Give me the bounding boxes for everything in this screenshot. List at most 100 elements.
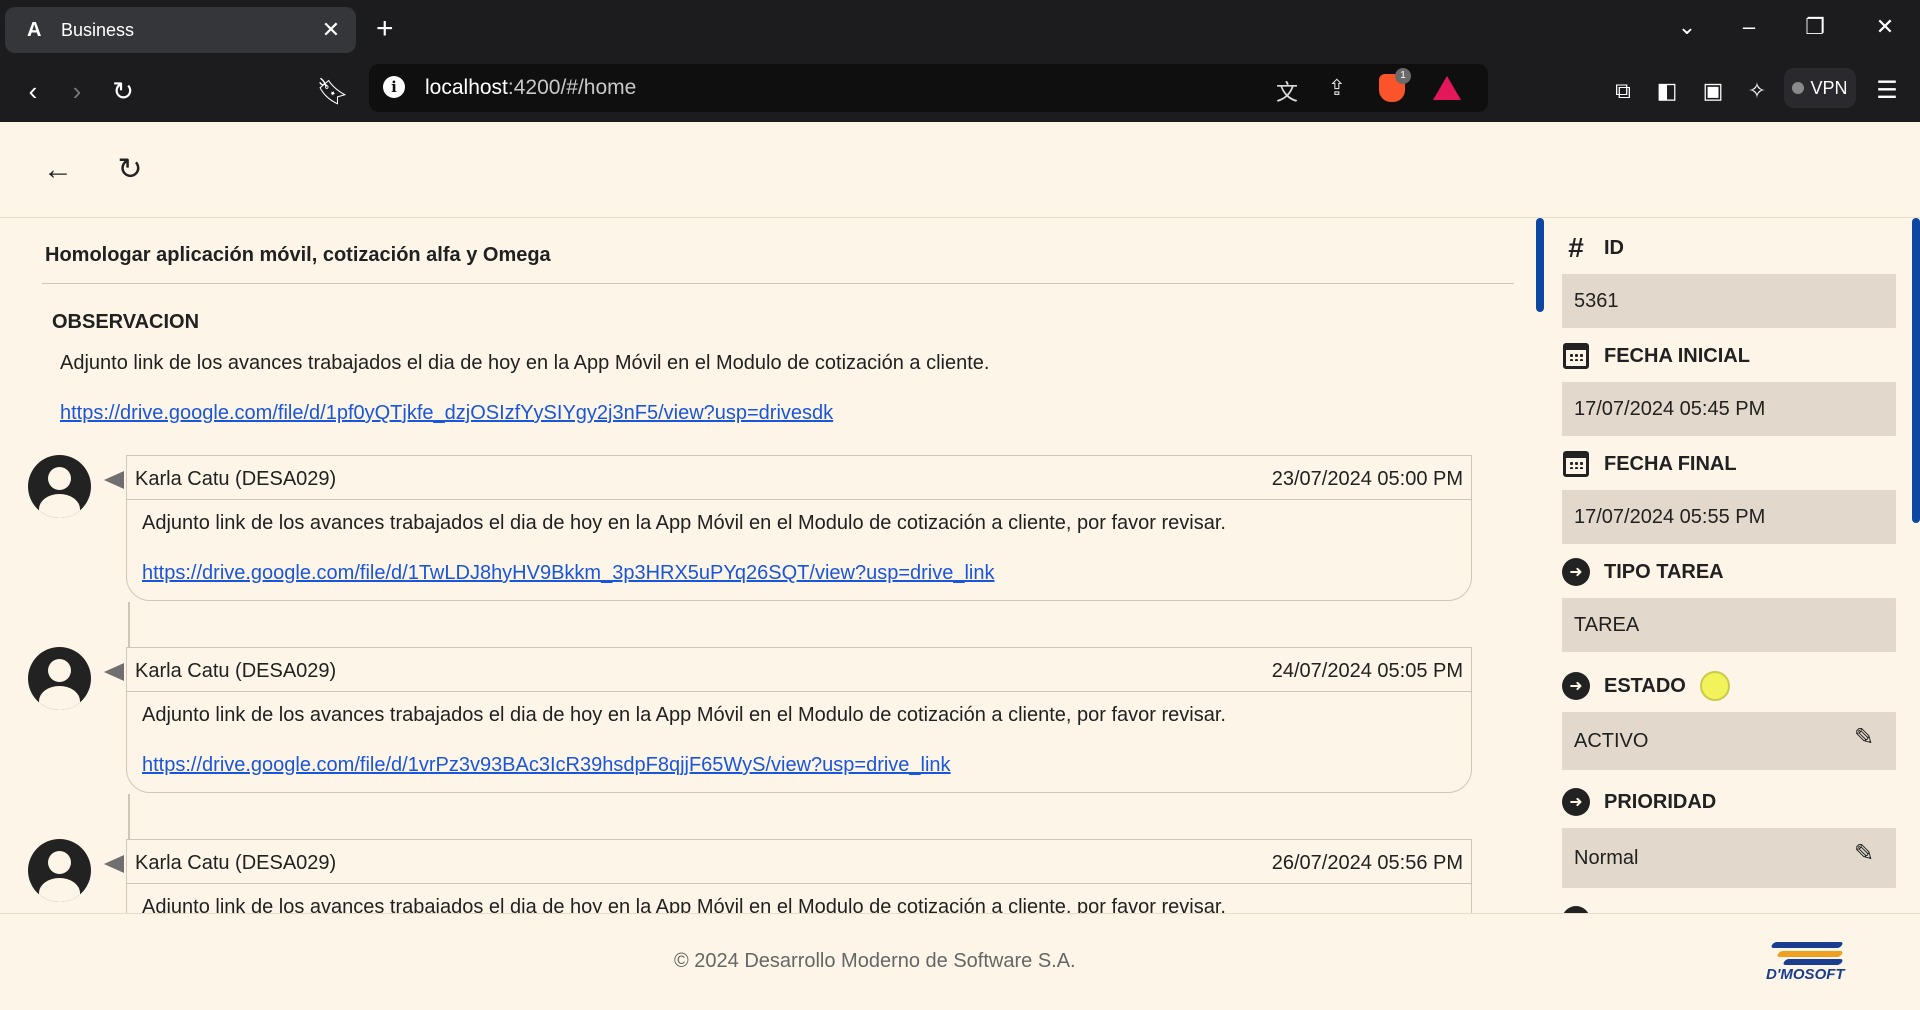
minimize-icon[interactable]: – (1734, 14, 1764, 40)
comment-header: Karla Catu (DESA029) 23/07/2024 05:00 PM (127, 456, 1471, 500)
comment-item: Karla Catu (DESA029) 24/07/2024 05:05 PM… (28, 647, 1478, 807)
address-bar[interactable]: i localhost:4200/#/home 文 ⇪ 1 (369, 64, 1488, 112)
fecha-inicial-value: 17/07/2024 05:45 PM (1562, 382, 1896, 436)
task-details-sidebar: # ID 5361 FECHA INICIAL 17/07/2024 05:45 … (1544, 218, 1920, 913)
comment-connector (128, 602, 130, 648)
arrow-circle-right-icon: ➜ (1562, 788, 1590, 816)
leo-ai-icon[interactable]: ✧ (1740, 74, 1774, 108)
observation-heading: OBSERVACION (52, 311, 200, 333)
browser-tabbar: A Business ✕ + ⌄ – ❐ ✕ (0, 0, 1920, 60)
field-fecha-inicial: FECHA INICIAL 17/07/2024 05:45 PM (1562, 338, 1896, 436)
comment-item: Karla Catu (DESA029) 23/07/2024 05:00 PM… (28, 455, 1478, 615)
bubble-pointer (104, 855, 124, 873)
id-value: 5361 (1562, 274, 1896, 328)
sidebar-scrollbar[interactable] (1912, 218, 1920, 523)
tipo-tarea-label: TIPO TAREA (1604, 560, 1724, 583)
estado-label: ESTADO (1604, 674, 1686, 697)
browser-back-icon[interactable]: ‹ (16, 74, 50, 108)
comment-link[interactable]: https://drive.google.com/file/d/1TwLDJ8h… (142, 562, 994, 585)
tab-favicon-icon: A (27, 19, 42, 41)
comment-item: Karla Catu (DESA029) 26/07/2024 05:56 PM… (28, 839, 1478, 913)
arrow-left-icon[interactable]: ← (36, 148, 80, 192)
comment-author: Karla Catu (DESA029) (135, 852, 337, 874)
comment-date: 23/07/2024 05:00 PM (1271, 468, 1463, 490)
comment-header: Karla Catu (DESA029) 26/07/2024 05:56 PM (127, 840, 1471, 884)
tab-close-icon[interactable]: ✕ (320, 17, 342, 43)
tipo-tarea-value: TAREA (1562, 598, 1896, 652)
pencil-icon[interactable]: ✎ (1850, 724, 1878, 752)
fecha-final-label: FECHA FINAL (1604, 452, 1737, 475)
brave-rewards-icon[interactable] (1433, 76, 1461, 100)
new-tab-icon[interactable]: + (376, 14, 394, 44)
prioridad-label: PRIORIDAD (1604, 790, 1717, 813)
dmosoft-logo: D'MOSOFT (1762, 936, 1858, 994)
comment-bubble: Karla Catu (DESA029) 24/07/2024 05:05 PM… (126, 647, 1472, 793)
prioridad-value: Normal (1574, 846, 1639, 869)
estado-value: ACTIVO (1574, 729, 1649, 752)
observation-text: Adjunto link de los avances trabajados e… (60, 352, 990, 374)
main-scrollbar[interactable] (1536, 218, 1544, 913)
url-text[interactable]: localhost:4200/#/home (425, 76, 636, 100)
comment-link[interactable]: https://drive.google.com/file/d/1vrPz3v9… (142, 754, 951, 777)
hash-icon: # (1568, 232, 1584, 263)
site-info-icon[interactable]: i (383, 76, 405, 98)
app-toolbar: ← ↻ (0, 122, 1920, 218)
browser-tab[interactable]: A Business ✕ (5, 7, 356, 53)
browser-reload-icon[interactable]: ↻ (106, 74, 140, 108)
comment-author: Karla Catu (DESA029) (135, 660, 337, 682)
comment-bubble: Karla Catu (DESA029) 26/07/2024 05:56 PM… (126, 839, 1472, 913)
status-color-indicator (1699, 671, 1730, 701)
arrow-circle-right-icon (1562, 906, 1590, 913)
observation-link[interactable]: https://drive.google.com/file/d/1pf0yQTj… (60, 402, 833, 425)
comment-author: Karla Catu (DESA029) (135, 468, 337, 490)
vpn-button[interactable]: VPN (1784, 68, 1856, 108)
tab-search-chevron-icon[interactable]: ⌄ (1672, 14, 1702, 40)
field-prioridad: ➜ PRIORIDAD Normal ✎ (1562, 784, 1896, 888)
share-icon[interactable]: ⇪ (1322, 75, 1352, 101)
sidebar-toggle-icon[interactable]: ◧ (1650, 74, 1684, 108)
task-main-panel: Homologar aplicación móvil, cotización a… (0, 218, 1536, 913)
field-tipo-tarea: ➜ TIPO TAREA TAREA (1562, 554, 1896, 652)
pencil-icon[interactable]: ✎ (1850, 840, 1878, 868)
field-id: # ID 5361 (1562, 230, 1896, 328)
field-fecha-final: FECHA FINAL 17/07/2024 05:55 PM (1562, 446, 1896, 544)
translate-icon[interactable]: 文 (1272, 75, 1302, 107)
calendar-icon (1562, 450, 1590, 478)
avatar-icon (28, 455, 91, 518)
bookmark-icon[interactable]: 🔖︎ (316, 74, 350, 108)
copyright-text: © 2024 Desarrollo Moderno de Software S.… (674, 950, 1076, 972)
avatar-icon (28, 839, 91, 902)
wallet-icon[interactable]: ▣ (1696, 74, 1730, 108)
bubble-pointer (104, 471, 124, 489)
calendar-icon (1562, 342, 1590, 370)
bubble-pointer (104, 663, 124, 681)
extensions-icon[interactable]: ⧉ (1606, 74, 1640, 108)
estado-box: ACTIVO ✎ (1562, 712, 1896, 770)
browser-forward-icon[interactable]: › (60, 74, 94, 108)
footer: © 2024 Desarrollo Moderno de Software S.… (0, 913, 1920, 1010)
comment-date: 24/07/2024 05:05 PM (1271, 660, 1463, 682)
fecha-final-value: 17/07/2024 05:55 PM (1562, 490, 1896, 544)
main-scrollbar-thumb[interactable] (1536, 218, 1544, 312)
field-estado: ➜ ESTADO ACTIVO ✎ (1562, 668, 1896, 770)
close-window-icon[interactable]: ✕ (1870, 14, 1900, 40)
avatar-icon (28, 647, 91, 710)
prioridad-box: Normal ✎ (1562, 828, 1896, 888)
vpn-status-icon (1792, 82, 1805, 94)
brave-shields-badge: 1 (1395, 68, 1411, 84)
comment-connector (128, 794, 130, 840)
title-divider (42, 283, 1514, 284)
refresh-icon[interactable]: ↻ (108, 148, 152, 192)
comment-header: Karla Catu (DESA029) 24/07/2024 05:05 PM (127, 648, 1471, 692)
restore-icon[interactable]: ❐ (1800, 14, 1830, 40)
comment-text: Adjunto link de los avances trabajados e… (142, 512, 1226, 534)
comment-bubble: Karla Catu (DESA029) 23/07/2024 05:00 PM… (126, 455, 1472, 601)
comment-text: Adjunto link de los avances trabajados e… (142, 896, 1226, 913)
arrow-circle-right-icon: ➜ (1562, 558, 1590, 586)
comment-date: 26/07/2024 05:56 PM (1271, 852, 1463, 874)
tab-title: Business (61, 19, 135, 40)
id-label: ID (1604, 236, 1624, 259)
vpn-label: VPN (1810, 77, 1848, 98)
menu-icon[interactable]: ☰ (1870, 74, 1904, 108)
logo-text: D'MOSOFT (1766, 966, 1845, 983)
